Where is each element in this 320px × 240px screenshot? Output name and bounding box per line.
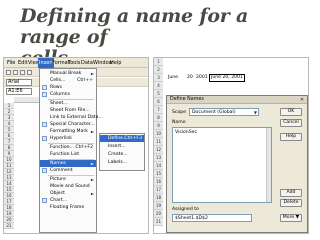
define-names-screenshot: 1 2 3 4 5 6 7 8 9 10 11 12 13 14 15 16 1… [153,57,309,234]
row-header: 7 [154,106,163,114]
row-header: 17 [154,186,163,194]
menu-item-floating-frame[interactable]: Floating Frame [40,204,96,211]
selected-cell[interactable]: June 20, 2001 [209,74,245,82]
font-name-box[interactable]: Arial [6,79,32,86]
menu-item-link-external-data[interactable]: Link to External Data... [40,114,103,121]
names-submenu: Define... Ctrl+F3 Insert... Create... Lab… [99,133,145,171]
menu-help[interactable]: Help [109,58,122,68]
columns-icon [42,92,47,97]
open-icon[interactable] [13,70,18,75]
menu-item-sheet-from-file[interactable]: Sheet From File... [40,107,96,114]
menu-item-chart[interactable]: Chart... [40,197,96,204]
menu-item-sheet[interactable]: Sheet... [40,100,96,107]
define-names-dialog: Define Names ✕ Scope Document (Global) ▼… [166,95,308,233]
row-header: 2 [154,66,163,74]
submenu-item-create[interactable]: Create... [100,151,144,158]
menu-file[interactable]: File [6,58,16,68]
row-header: 12 [154,146,163,154]
submenu-item-insert[interactable]: Insert... [100,143,144,150]
chevron-down-icon: ▼ [253,110,257,115]
submenu-item-define[interactable]: Define... Ctrl+F3 [100,135,144,142]
row-header: 16 [154,178,163,186]
row-header: 19 [154,202,163,210]
assigned-to-label: Assigned to [172,207,199,212]
scope-label: Scope [172,110,186,115]
insert-menu: Manual Break ► Cells... Ctrl++ Rows Column… [39,68,103,233]
row-header: 11 [154,138,163,146]
row-header: 5 [154,90,163,98]
menu-item-movie-and-sound[interactable]: Movie and Sound [40,183,96,190]
scope-select[interactable]: Document (Global) ▼ [189,108,259,116]
menu-item-names[interactable]: Names ► [40,160,96,167]
delete-button[interactable]: Delete [280,199,302,207]
row-header: 13 [154,154,163,162]
menu-item-cells[interactable]: Cells... Ctrl++ [40,77,96,84]
comment-icon [42,168,47,173]
row-header: 3 [154,74,163,82]
row-header: 8 [154,114,163,122]
calc-insert-menu-screenshot: File Edit View Insert Format Tools Data … [3,57,149,234]
slide-title-line-1: Defining a name for a range of [20,5,249,48]
row-header: 21 [4,223,14,229]
menu-item-function[interactable]: Function... Ctrl+F2 [40,144,96,151]
menu-item-function-list[interactable]: Function List [40,151,96,158]
scrollbar[interactable] [266,128,271,202]
menu-bar: File Edit View Insert Format Tools Data … [4,58,148,68]
row-header: 4 [154,82,163,90]
cell-month[interactable]: June [168,74,178,82]
save-icon[interactable] [20,70,25,75]
names-list[interactable]: VisionSec [172,127,272,203]
help-button[interactable]: Help [280,133,302,141]
menu-item-picture[interactable]: Picture ► [40,176,96,183]
special-character-icon [42,122,47,127]
submenu-item-labels[interactable]: Labels... [100,159,144,166]
menu-item-object[interactable]: Object ► [40,190,96,197]
menu-item-special-character[interactable]: Special Character... [40,121,96,128]
menu-item-hyperlink[interactable]: Hyperlink [40,135,96,142]
close-icon[interactable]: ✕ [299,97,305,103]
ok-button[interactable]: OK [280,108,302,116]
menu-item-comment[interactable]: Comment [40,167,96,174]
rows-icon [42,85,47,90]
menu-item-manual-break[interactable]: Manual Break ► [40,70,96,77]
print-icon[interactable] [27,70,32,75]
chart-icon [42,198,47,203]
row-header: 21 [154,218,163,226]
row-header: 18 [154,194,163,202]
list-item[interactable]: VisionSec [175,129,197,136]
row-header: 6 [154,98,163,106]
menu-item-formatting-mark[interactable]: Formatting Mark ► [40,128,96,135]
row-header: 1 [154,58,163,66]
cell-year[interactable]: 2001 [196,74,208,82]
row-header: 20 [154,210,163,218]
row-header: 9 [154,122,163,130]
hyperlink-icon [42,136,47,141]
add-button[interactable]: Add [280,189,302,197]
row-header: 14 [154,162,163,170]
menu-item-columns[interactable]: Columns [40,91,96,98]
more-button[interactable]: More ▼ [280,214,302,222]
cell-day[interactable]: 20 [187,74,193,82]
row-header: 10 [154,130,163,138]
name-label: Name [172,120,186,125]
menu-item-rows[interactable]: Rows [40,84,96,91]
cancel-button[interactable]: Cancel [280,119,302,127]
dialog-title: Define Names [167,96,307,104]
new-doc-icon[interactable] [6,70,11,75]
name-box[interactable]: A1:E6 [6,88,32,95]
row-header: 15 [154,170,163,178]
assigned-to-field[interactable]: $Sheet1.$D$2 [172,214,252,222]
